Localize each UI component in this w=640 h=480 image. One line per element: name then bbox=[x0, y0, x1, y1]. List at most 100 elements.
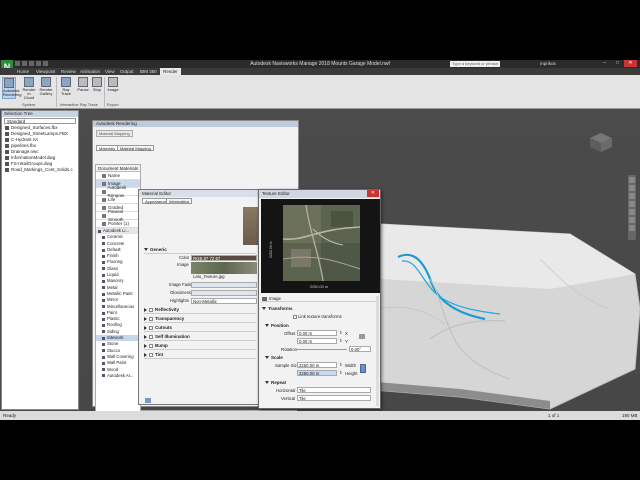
texture-editor-scrollbar[interactable] bbox=[376, 296, 379, 406]
user-name[interactable]: mprikos bbox=[540, 61, 556, 66]
tab-viewpoint[interactable]: Viewpoint bbox=[36, 69, 55, 74]
offset-x-spinner[interactable]: ⇕ bbox=[339, 330, 342, 335]
horizontal-repeat-select[interactable]: Tile bbox=[297, 387, 371, 393]
tab-view[interactable]: View bbox=[105, 69, 115, 74]
height-input[interactable]: 2250.00 m bbox=[297, 370, 337, 376]
orbit-icon[interactable] bbox=[629, 201, 635, 207]
category-icon bbox=[102, 342, 105, 346]
file-icon bbox=[5, 138, 9, 142]
color-field[interactable]: RGB 87 72 67 bbox=[191, 255, 257, 261]
close-icon[interactable]: ✕ bbox=[367, 190, 379, 197]
zoom-icon[interactable] bbox=[629, 193, 635, 199]
offset-x-input[interactable]: 0.00 m bbox=[297, 330, 337, 336]
print-icon[interactable] bbox=[43, 61, 48, 66]
transforms-section[interactable]: Transforms bbox=[262, 306, 293, 311]
fly-icon[interactable] bbox=[629, 225, 635, 231]
stop-button[interactable]: Stop bbox=[90, 77, 104, 99]
glossiness-slider[interactable] bbox=[191, 290, 257, 296]
rotation-label: Rotation bbox=[281, 347, 298, 352]
category-icon bbox=[102, 273, 105, 277]
look-icon[interactable] bbox=[629, 209, 635, 215]
material-section[interactable]: Reflectivity bbox=[144, 306, 256, 314]
width-spinner[interactable]: ⇕ bbox=[339, 362, 342, 367]
category-icon bbox=[102, 280, 105, 284]
selection-tree-dropdown[interactable]: Standard bbox=[4, 118, 76, 124]
image-fade-slider[interactable] bbox=[191, 282, 257, 288]
tab-review[interactable]: Review bbox=[61, 69, 76, 74]
render-gallery-button[interactable]: Render Gallery bbox=[39, 77, 53, 99]
steeringwheel-icon[interactable] bbox=[629, 177, 635, 183]
minimize-icon[interactable]: – bbox=[598, 60, 611, 67]
offset-y-spinner[interactable]: ⇕ bbox=[339, 338, 342, 343]
save-icon[interactable] bbox=[22, 61, 27, 66]
offset-y-input[interactable]: 0.00 m bbox=[297, 338, 337, 344]
section-checkbox[interactable] bbox=[149, 334, 153, 339]
section-checkbox[interactable] bbox=[149, 352, 153, 357]
tab-material-mapping[interactable]: Material Mapping bbox=[117, 145, 154, 151]
material-section[interactable]: Cutouts bbox=[144, 324, 256, 332]
material-icon bbox=[102, 181, 106, 186]
repeat-section[interactable]: Repeat bbox=[265, 380, 286, 385]
viewcube-icon[interactable] bbox=[588, 131, 614, 153]
search-input[interactable]: Type a keyword or phrase bbox=[450, 61, 500, 67]
material-options-icon[interactable] bbox=[145, 398, 151, 403]
image-row[interactable]: Image bbox=[262, 296, 379, 302]
expand-icon bbox=[144, 307, 147, 312]
tab-home[interactable]: Home bbox=[17, 69, 29, 74]
export-image-button[interactable]: Image bbox=[106, 77, 120, 99]
pan-icon[interactable] bbox=[629, 185, 635, 191]
autodesk-rendering-button[interactable]: Autodesk Rendering bbox=[2, 77, 21, 99]
library-category-item[interactable]: Autodesk Ar... bbox=[96, 373, 140, 379]
position-section[interactable]: Position bbox=[265, 323, 289, 328]
tab-bim360[interactable]: BIM 360 bbox=[140, 69, 157, 74]
section-checkbox[interactable] bbox=[149, 316, 153, 321]
navisworks-window: Autodesk Navisworks Manage 2018 Mounts G… bbox=[0, 60, 640, 420]
walk-icon[interactable] bbox=[629, 217, 635, 223]
render-in-cloud-button[interactable]: Render in Cloud bbox=[22, 77, 36, 100]
tab-render[interactable]: Render bbox=[160, 68, 181, 75]
texture-thumbnail[interactable] bbox=[191, 262, 257, 274]
scale-section[interactable]: Scale bbox=[265, 355, 283, 360]
section-checkbox[interactable] bbox=[149, 325, 153, 330]
rotation-input[interactable]: 0.00° bbox=[349, 346, 371, 352]
memory-usage: 190 MB bbox=[622, 413, 638, 418]
tab-output[interactable]: Output bbox=[120, 69, 134, 74]
height-spinner[interactable]: ⇕ bbox=[339, 370, 342, 375]
image-filename[interactable]: Lalo_Texture.jpg bbox=[193, 274, 225, 280]
material-mapping-button[interactable]: Material Mapping bbox=[96, 130, 133, 137]
y-label: Y bbox=[345, 339, 348, 344]
generic-section[interactable]: Generic bbox=[144, 246, 256, 254]
link-transforms-checkbox[interactable]: Link texture transforms bbox=[293, 314, 342, 319]
category-icon bbox=[102, 361, 105, 365]
pause-button[interactable]: Pause bbox=[76, 77, 90, 99]
redo-icon[interactable] bbox=[36, 61, 41, 66]
maximize-icon[interactable]: □ bbox=[611, 60, 624, 67]
material-property-item[interactable]: Autodesk Renpow bbox=[96, 185, 140, 198]
tab-animation[interactable]: Animation bbox=[80, 69, 100, 74]
gallery-icon bbox=[41, 77, 51, 87]
rotation-slider[interactable] bbox=[297, 349, 347, 350]
texture-editor-title: Texture Editor bbox=[259, 190, 380, 198]
material-property-label: Life bbox=[108, 196, 116, 202]
material-section[interactable]: Self Illumination bbox=[144, 333, 256, 341]
material-section[interactable]: Bump bbox=[144, 342, 256, 350]
tab-information[interactable]: Information bbox=[166, 198, 193, 204]
material-section[interactable]: Tint bbox=[144, 351, 256, 359]
material-section[interactable]: Transparency bbox=[144, 315, 256, 323]
undo-icon[interactable] bbox=[29, 61, 34, 66]
lock-aspect-icon[interactable] bbox=[360, 364, 366, 373]
tree-item[interactable]: Road_Markings_Cont_Solids.c bbox=[2, 167, 78, 173]
link-offset-icon[interactable] bbox=[359, 334, 365, 339]
section-checkbox[interactable] bbox=[149, 343, 153, 348]
ray-trace-button[interactable]: Ray Trace bbox=[59, 77, 73, 99]
close-icon[interactable]: ✕ bbox=[624, 60, 637, 67]
width-input[interactable]: 2250.00 m bbox=[297, 362, 337, 368]
open-icon[interactable] bbox=[15, 61, 20, 66]
category-icon bbox=[102, 298, 105, 302]
tab-materials[interactable]: Materials bbox=[96, 145, 119, 151]
highlights-select[interactable]: Non-Metallic bbox=[191, 298, 257, 304]
section-checkbox[interactable] bbox=[149, 307, 153, 312]
sample-size-label: Sample Size bbox=[275, 363, 300, 368]
cloud-icon bbox=[24, 77, 34, 87]
vertical-repeat-select[interactable]: Tile bbox=[297, 395, 371, 401]
